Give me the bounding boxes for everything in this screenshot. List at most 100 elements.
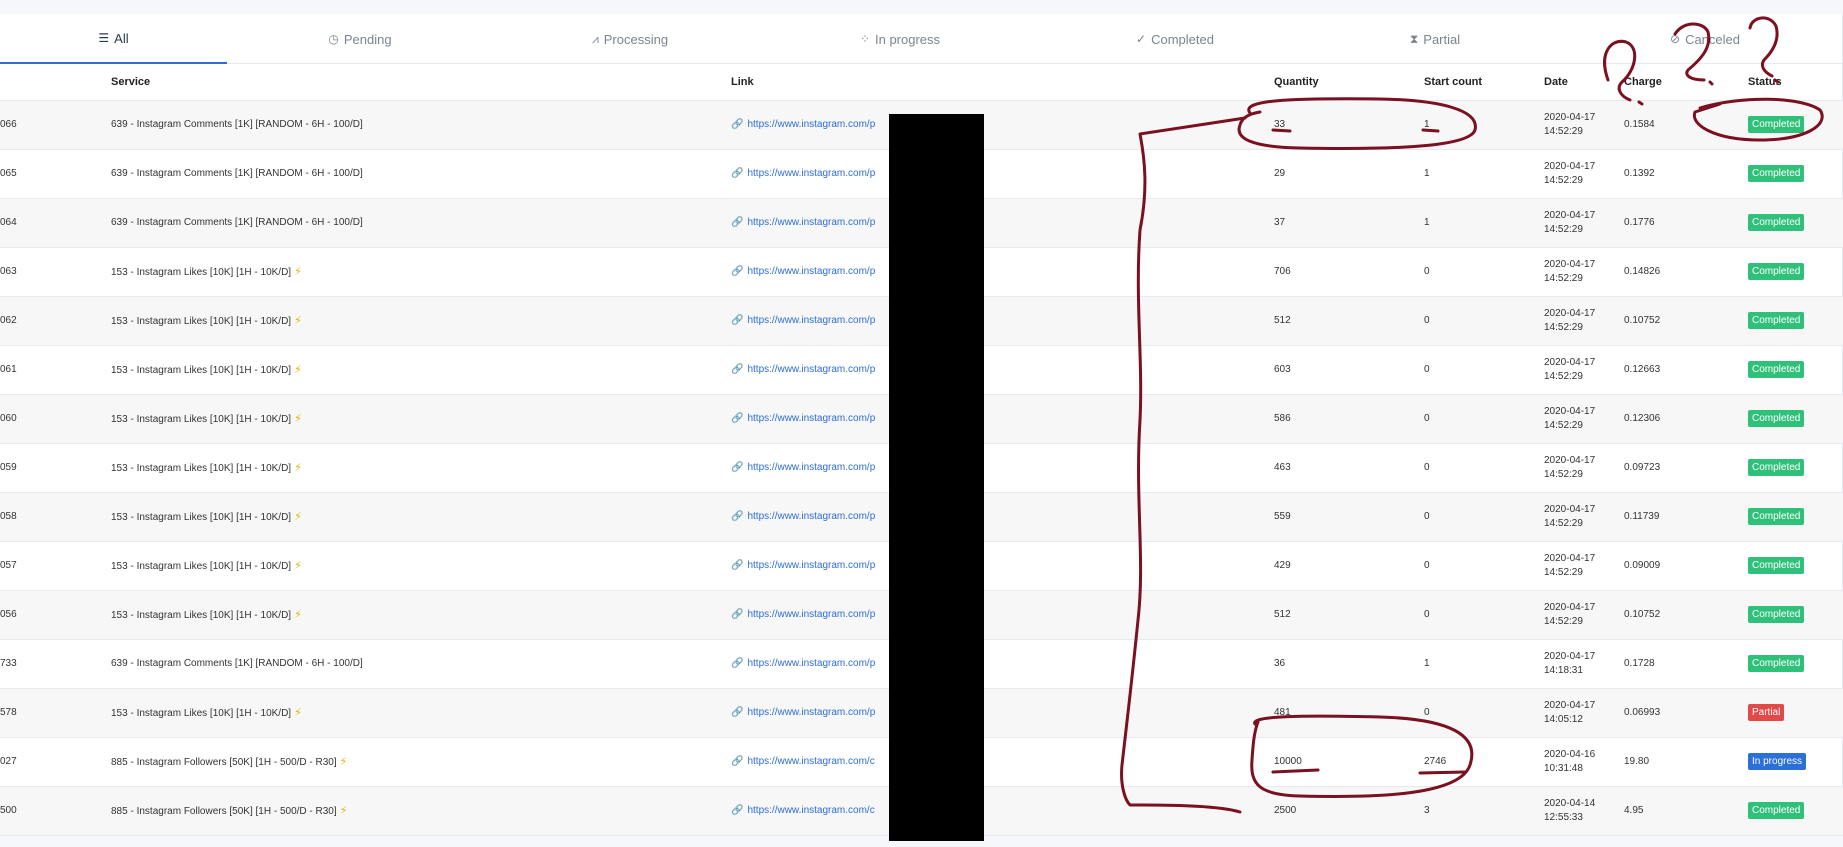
service-name: 153 - Instagram Likes [10K] [1H - 10K/D] [111, 708, 292, 719]
tab-partial[interactable]: ⧗ Partial [1375, 14, 1495, 64]
charge-cell: 4.95 [1624, 786, 1748, 836]
time-text: 14:18:31 [1544, 664, 1583, 676]
order-id-text: 027 [0, 756, 17, 767]
link-text: https://www.instagram.com/p [747, 658, 876, 669]
link-cell: 🔗 https://www.instagram.com/p [731, 100, 1274, 150]
list-icon: ☰ [98, 31, 110, 45]
time-text: 10:31:48 [1544, 762, 1583, 774]
order-link[interactable]: 🔗 https://www.instagram.com/p [731, 560, 875, 571]
lightning-icon: ⚡ [339, 805, 348, 817]
date-cell: 2020-04-17 14:52:29 [1544, 296, 1624, 346]
service-cell: 153 - Instagram Likes [10K] [1H - 10K/D]… [111, 247, 731, 297]
charge-cell: 0.12663 [1624, 345, 1748, 395]
status-cell: Completed [1748, 100, 1843, 150]
order-link[interactable]: 🔗 https://www.instagram.com/c [731, 805, 875, 816]
lightning-icon: ⚡ [294, 364, 302, 376]
date-text: 2020-04-17 [1544, 160, 1596, 172]
time-text: 14:52:29 [1544, 468, 1583, 480]
tab-all[interactable]: ☰ All [0, 14, 227, 64]
time-text: 14:52:29 [1544, 174, 1583, 186]
order-link[interactable]: 🔗 https://www.instagram.com/c [731, 756, 875, 767]
charge-cell: 0.09009 [1624, 541, 1748, 591]
link-icon: 🔗 [731, 511, 744, 522]
order-link[interactable]: 🔗 https://www.instagram.com/p [731, 217, 875, 228]
col-status[interactable]: Status [1748, 65, 1843, 101]
order-id-text: 059 [0, 462, 17, 473]
link-text: https://www.instagram.com/p [747, 168, 876, 179]
status-cell: Completed [1748, 149, 1843, 199]
status-cell: Completed [1748, 786, 1843, 836]
charge-cell: 0.10752 [1624, 590, 1748, 640]
order-link[interactable]: 🔗 https://www.instagram.com/p [731, 658, 875, 669]
link-icon: 🔗 [731, 266, 744, 277]
col-quantity[interactable]: Quantity [1274, 65, 1424, 101]
orders-card: ☰ All ◷ Pending ⩘ Processing ⁘ In progress ✓… [0, 14, 1843, 841]
order-link[interactable]: 🔗 https://www.instagram.com/p [731, 609, 875, 620]
col-date[interactable]: Date [1544, 65, 1624, 101]
charge-cell: 19.80 [1624, 737, 1748, 787]
link-icon: 🔗 [731, 609, 744, 620]
order-link[interactable]: 🔗 https://www.instagram.com/p [731, 511, 875, 522]
status-cell: Completed [1748, 247, 1843, 297]
status-badge: Completed [1748, 508, 1805, 525]
order-link[interactable]: 🔗 https://www.instagram.com/p [731, 315, 875, 326]
quantity-cell: 586 [1274, 394, 1424, 444]
time-text: 14:52:29 [1544, 517, 1583, 529]
order-id-text: 060 [0, 413, 17, 424]
order-link[interactable]: 🔗 https://www.instagram.com/p [731, 413, 875, 424]
service-cell: 153 - Instagram Likes [10K] [1H - 10K/D]… [111, 345, 731, 395]
order-link[interactable]: 🔗 https://www.instagram.com/p [731, 462, 875, 473]
order-id: 060 [0, 394, 111, 444]
order-id: 578 [0, 688, 111, 738]
link-cell: 🔗 https://www.instagram.com/p [731, 639, 1274, 689]
quantity-cell: 559 [1274, 492, 1424, 542]
time-text: 12:55:33 [1544, 811, 1583, 823]
quantity-cell: 463 [1274, 443, 1424, 493]
check-icon: ✓ [1136, 32, 1147, 46]
col-charge[interactable]: Charge [1624, 65, 1748, 101]
service-name: 639 - Instagram Comments [1K] [RANDOM - … [111, 119, 363, 130]
date-cell: 2020-04-17 14:52:29 [1544, 345, 1624, 395]
chart-icon: ⩘ [591, 31, 599, 46]
order-id-text: 064 [0, 217, 17, 228]
order-link[interactable]: 🔗 https://www.instagram.com/p [731, 119, 875, 130]
order-id-text: 057 [0, 560, 17, 571]
order-id-text: 056 [0, 609, 17, 620]
charge-cell: 0.1584 [1624, 100, 1748, 150]
link-cell: 🔗 https://www.instagram.com/c [731, 786, 1274, 836]
status-badge: Completed [1748, 214, 1805, 231]
tab-pending[interactable]: ◷ Pending [300, 14, 420, 64]
date-cell: 2020-04-17 14:52:29 [1544, 149, 1624, 199]
order-id: 065 [0, 149, 111, 199]
tab-canceled[interactable]: ⊘ Canceled [1645, 14, 1765, 64]
tab-in-progress[interactable]: ⁘ In progress [840, 14, 960, 64]
order-id-text: 061 [0, 364, 17, 375]
order-link[interactable]: 🔗 https://www.instagram.com/p [731, 168, 875, 179]
date-text: 2020-04-17 [1544, 405, 1596, 417]
service-cell: 153 - Instagram Likes [10K] [1H - 10K/D]… [111, 688, 731, 738]
status-badge: Completed [1748, 410, 1805, 427]
col-service[interactable]: Service [111, 65, 731, 101]
order-link[interactable]: 🔗 https://www.instagram.com/p [731, 707, 875, 718]
order-link[interactable]: 🔗 https://www.instagram.com/p [731, 266, 875, 277]
link-text: https://www.instagram.com/c [747, 756, 875, 767]
col-start-count[interactable]: Start count [1424, 65, 1544, 101]
link-icon: 🔗 [731, 315, 744, 326]
date-cell: 2020-04-17 14:05:12 [1544, 688, 1624, 738]
link-cell: 🔗 https://www.instagram.com/p [731, 394, 1274, 444]
status-badge: Completed [1748, 802, 1805, 819]
tab-processing[interactable]: ⩘ Processing [570, 14, 690, 64]
date-cell: 2020-04-16 10:31:48 [1544, 737, 1624, 787]
table-header: Service Link Quantity Start count Date C… [0, 65, 1843, 101]
status-badge: Completed [1748, 263, 1805, 280]
service-name: 153 - Instagram Likes [10K] [1H - 10K/D] [111, 610, 292, 621]
order-link[interactable]: 🔗 https://www.instagram.com/p [731, 364, 875, 375]
start-count-cell: 0 [1424, 443, 1544, 493]
link-icon: 🔗 [731, 560, 744, 571]
ban-icon: ⊘ [1670, 32, 1681, 46]
tab-completed[interactable]: ✓ Completed [1110, 14, 1240, 64]
service-cell: 639 - Instagram Comments [1K] [RANDOM - … [111, 639, 731, 689]
quantity-cell: 36 [1274, 639, 1424, 689]
date-cell: 2020-04-17 14:52:29 [1544, 443, 1624, 493]
col-link[interactable]: Link [731, 65, 1274, 101]
